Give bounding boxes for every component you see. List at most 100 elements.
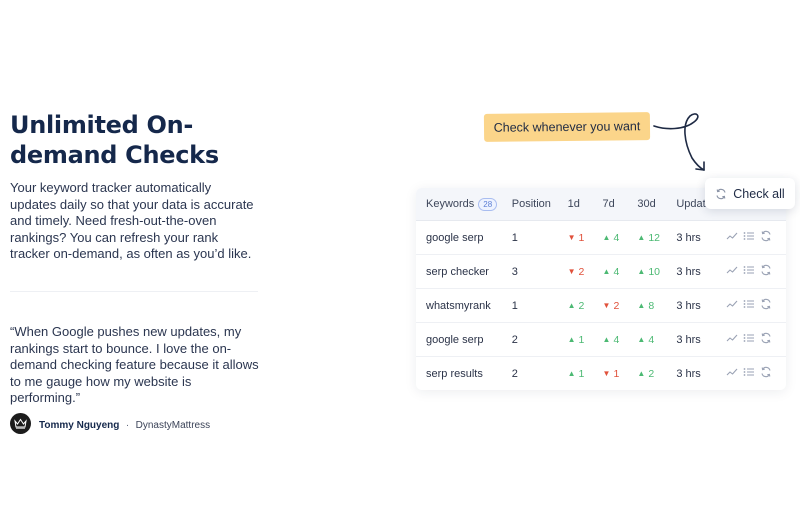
squiggle-arrow-icon bbox=[653, 113, 705, 171]
keyword-count-badge: 28 bbox=[478, 197, 498, 211]
cell-30d-change: ▲ 12 bbox=[637, 232, 660, 244]
cell-position: 3 bbox=[511, 265, 518, 278]
table-row[interactable]: google serp 1 ▼ 1 ▲ 4 ▲ 12 3 hrs bbox=[416, 221, 786, 255]
change-arrow-icon: ▼ bbox=[567, 267, 576, 277]
author-company: DynastyMattress bbox=[135, 419, 211, 431]
change-arrow-icon: ▲ bbox=[637, 233, 646, 243]
cell-updated: 3 hrs bbox=[676, 265, 701, 278]
author-name: Tommy Nguyeng bbox=[39, 419, 120, 431]
trend-line-icon[interactable] bbox=[726, 265, 738, 278]
cell-keyword[interactable]: google serp bbox=[416, 334, 512, 346]
list-icon[interactable] bbox=[743, 265, 755, 278]
change-arrow-icon: ▲ bbox=[567, 369, 576, 379]
row-actions bbox=[726, 332, 786, 347]
cell-1d-change: ▲ 1 bbox=[568, 334, 585, 346]
change-value: 1 bbox=[578, 367, 585, 380]
cell-30d-change: ▲ 10 bbox=[637, 266, 660, 278]
cell-updated: 3 hrs bbox=[676, 299, 701, 312]
header-1d[interactable]: 1d bbox=[568, 198, 603, 210]
change-value: 1 bbox=[578, 231, 585, 244]
trend-line-icon[interactable] bbox=[726, 299, 738, 312]
list-icon[interactable] bbox=[743, 333, 755, 346]
cell-7d-change: ▼ 1 bbox=[603, 368, 620, 380]
change-value: 2 bbox=[578, 265, 585, 278]
change-value: 4 bbox=[613, 231, 620, 244]
change-arrow-icon: ▲ bbox=[602, 267, 611, 277]
cell-keyword[interactable]: serp checker bbox=[416, 266, 512, 278]
table-row[interactable]: google serp 2 ▲ 1 ▲ 4 ▲ 4 3 hrs bbox=[416, 323, 786, 357]
change-value: 1 bbox=[613, 367, 620, 380]
header-7d[interactable]: 7d bbox=[603, 198, 638, 210]
refresh-icon bbox=[716, 188, 726, 199]
row-actions bbox=[726, 230, 786, 245]
change-arrow-icon: ▲ bbox=[567, 335, 576, 345]
cell-30d-change: ▲ 8 bbox=[637, 300, 654, 312]
crown-logo-icon bbox=[14, 418, 27, 429]
list-icon[interactable] bbox=[743, 367, 755, 380]
cell-1d-change: ▼ 1 bbox=[568, 232, 585, 244]
rank-tracker-table: Keywords 28 Position 1d 7d 30d Updated g… bbox=[416, 188, 786, 390]
cell-keyword[interactable]: serp results bbox=[416, 368, 512, 380]
row-actions bbox=[726, 366, 786, 381]
cell-keyword[interactable]: whatsmyrank bbox=[416, 300, 512, 312]
change-arrow-icon: ▲ bbox=[637, 369, 646, 379]
refresh-icon[interactable] bbox=[760, 230, 772, 245]
cell-30d-change: ▲ 2 bbox=[637, 368, 654, 380]
change-arrow-icon: ▲ bbox=[637, 335, 646, 345]
callout-highlight: Check whenever you want bbox=[483, 112, 651, 142]
refresh-icon[interactable] bbox=[760, 264, 772, 279]
table-row[interactable]: serp checker 3 ▼ 2 ▲ 4 ▲ 10 3 hrs bbox=[416, 255, 786, 289]
cell-1d-change: ▼ 2 bbox=[568, 266, 585, 278]
cell-position: 2 bbox=[511, 367, 518, 380]
hero-title: Unlimited On-demand Checks bbox=[10, 111, 219, 169]
cell-7d-change: ▲ 4 bbox=[603, 232, 620, 244]
row-actions bbox=[726, 298, 786, 313]
change-arrow-icon: ▼ bbox=[602, 369, 611, 379]
cell-7d-change: ▼ 2 bbox=[603, 300, 620, 312]
section-divider bbox=[10, 291, 258, 292]
hero-description: Your keyword tracker automatically updat… bbox=[10, 180, 254, 261]
list-icon[interactable] bbox=[743, 231, 755, 244]
trend-line-icon[interactable] bbox=[726, 231, 738, 244]
change-value: 4 bbox=[613, 333, 620, 346]
table-body: google serp 1 ▼ 1 ▲ 4 ▲ 12 3 hrs serp checker 3 ▼ 2 ▲… bbox=[416, 221, 786, 390]
cell-keyword[interactable]: google serp bbox=[416, 232, 512, 244]
change-arrow-icon: ▲ bbox=[602, 335, 611, 345]
change-value: 2 bbox=[578, 299, 585, 312]
testimonial-author: Tommy Nguyeng · DynastyMattress bbox=[10, 413, 210, 434]
check-all-button[interactable]: Check all bbox=[705, 178, 795, 209]
header-position[interactable]: Position bbox=[512, 198, 568, 210]
refresh-icon[interactable] bbox=[760, 366, 772, 381]
testimonial-quote: “When Google pushes new updates, my rank… bbox=[10, 324, 259, 405]
change-value: 2 bbox=[613, 299, 620, 312]
change-value: 2 bbox=[648, 367, 655, 380]
change-value: 12 bbox=[648, 231, 661, 244]
row-actions bbox=[726, 264, 786, 279]
change-value: 1 bbox=[578, 333, 585, 346]
header-keywords[interactable]: Keywords bbox=[426, 198, 474, 210]
trend-line-icon[interactable] bbox=[726, 367, 738, 380]
change-value: 4 bbox=[648, 333, 655, 346]
table-row[interactable]: serp results 2 ▲ 1 ▼ 1 ▲ 2 3 hrs bbox=[416, 357, 786, 390]
change-arrow-icon: ▲ bbox=[567, 301, 576, 311]
change-value: 4 bbox=[613, 265, 620, 278]
change-arrow-icon: ▲ bbox=[637, 267, 646, 277]
list-icon[interactable] bbox=[743, 299, 755, 312]
cell-position: 1 bbox=[511, 299, 518, 312]
refresh-icon[interactable] bbox=[760, 332, 772, 347]
table-row[interactable]: whatsmyrank 1 ▲ 2 ▼ 2 ▲ 8 3 hrs bbox=[416, 289, 786, 323]
cell-30d-change: ▲ 4 bbox=[637, 334, 654, 346]
cell-position: 1 bbox=[511, 231, 518, 244]
header-30d[interactable]: 30d bbox=[637, 198, 676, 210]
change-value: 10 bbox=[648, 265, 661, 278]
author-separator: · bbox=[125, 419, 130, 431]
cell-1d-change: ▲ 1 bbox=[568, 368, 585, 380]
cell-updated: 3 hrs bbox=[676, 231, 701, 244]
cell-updated: 3 hrs bbox=[676, 367, 701, 380]
change-arrow-icon: ▼ bbox=[567, 233, 576, 243]
trend-line-icon[interactable] bbox=[726, 333, 738, 346]
cell-1d-change: ▲ 2 bbox=[568, 300, 585, 312]
refresh-icon[interactable] bbox=[760, 298, 772, 313]
change-arrow-icon: ▼ bbox=[602, 301, 611, 311]
cell-updated: 3 hrs bbox=[676, 333, 701, 346]
